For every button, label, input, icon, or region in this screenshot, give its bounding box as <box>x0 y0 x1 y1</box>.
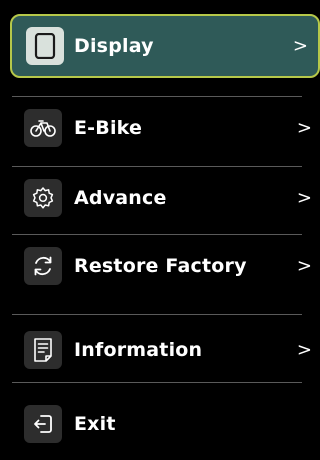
menu-item-advance[interactable]: Advance > <box>12 168 312 228</box>
settings-menu: Display > E-Bike > Advance > Restore Fac… <box>0 0 320 460</box>
chevron-right-icon: > <box>296 187 312 209</box>
menu-item-restore-factory[interactable]: Restore Factory > <box>12 236 312 296</box>
menu-item-label: Exit <box>74 413 116 435</box>
menu-item-e-bike[interactable]: E-Bike > <box>12 98 312 158</box>
menu-item-label: Information <box>74 339 203 361</box>
menu-item-display[interactable]: Display > <box>10 14 320 78</box>
bicycle-icon <box>24 109 62 147</box>
menu-item-exit[interactable]: Exit <box>12 394 304 454</box>
menu-item-label: Advance <box>74 187 167 209</box>
menu-item-label: Display <box>74 35 154 57</box>
chevron-right-icon: > <box>296 339 312 361</box>
menu-item-label: Restore Factory <box>74 255 247 277</box>
menu-item-information[interactable]: Information > <box>12 320 312 380</box>
exit-icon <box>24 405 62 443</box>
divider <box>12 166 302 167</box>
chevron-right-icon: > <box>296 117 312 139</box>
gear-icon <box>24 179 62 217</box>
chevron-right-icon: > <box>292 35 308 57</box>
divider <box>12 96 302 97</box>
tablet-icon <box>26 27 64 65</box>
document-icon <box>24 331 62 369</box>
divider <box>12 234 302 235</box>
menu-item-label: E-Bike <box>74 117 143 139</box>
divider <box>12 382 302 383</box>
chevron-right-icon: > <box>296 255 312 277</box>
divider <box>12 314 302 315</box>
restore-icon <box>24 247 62 285</box>
